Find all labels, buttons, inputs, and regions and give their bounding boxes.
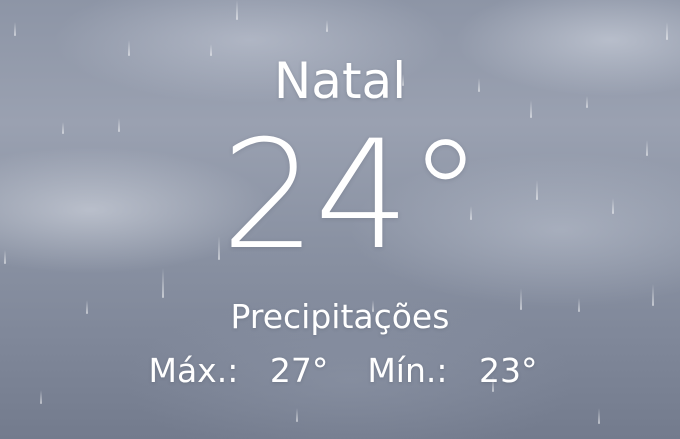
city-name: Natal [273, 52, 407, 110]
high-temp-value: 27° [269, 351, 329, 390]
low-temp-label: Mín.: [367, 351, 448, 390]
current-temperature: 24° [221, 109, 483, 283]
high-temp-label: Máx.: [148, 351, 239, 390]
weather-condition: Precipitações [230, 297, 450, 336]
high-low-temperatures: Máx.: 27° Mín.: 23° [0, 350, 680, 392]
weather-summary: Natal 24° Precipitações Máx.: 27° Mín.: … [0, 0, 680, 439]
low-temp-value: 23° [479, 351, 538, 390]
